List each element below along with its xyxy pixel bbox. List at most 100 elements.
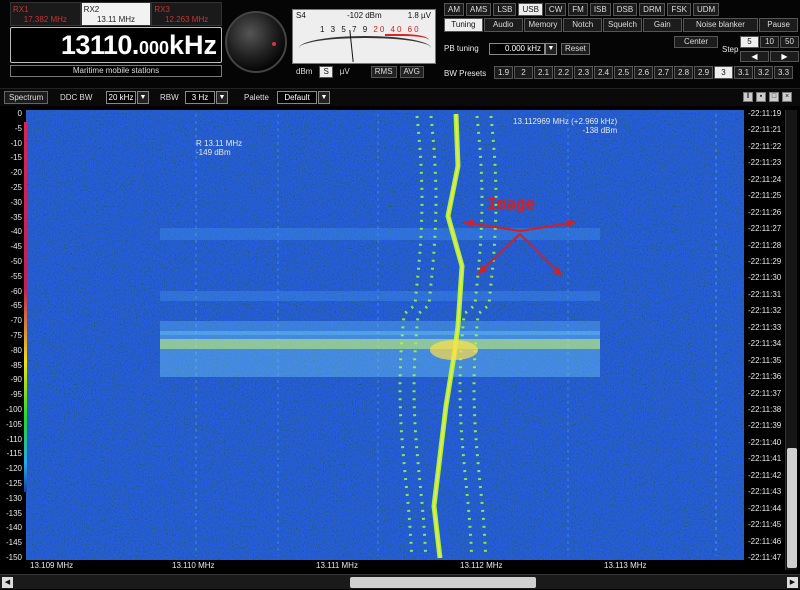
tab-notch[interactable]: Notch (563, 18, 603, 32)
waterfall-canvas[interactable] (0, 106, 800, 590)
db-tick-label: -50 (10, 257, 22, 266)
bw-preset-button[interactable]: 2.8 (674, 66, 693, 79)
frequency-display[interactable]: 13110.000kHz (10, 27, 222, 63)
mode-cw-button[interactable]: CW (544, 3, 567, 16)
avg-button[interactable]: AVG (399, 66, 424, 78)
vertical-scrollbar-thumb[interactable] (787, 448, 797, 568)
pb-tuning-dropdown-icon[interactable]: ▼ (545, 43, 557, 55)
unit-dbm-button[interactable]: dBm (292, 66, 316, 78)
mode-isb-button[interactable]: ISB (589, 3, 611, 16)
close-icon[interactable]: × (782, 92, 792, 102)
db-tick-label: -20 (10, 168, 22, 178)
bw-preset-button[interactable]: 2.5 (614, 66, 633, 79)
step-10-button[interactable]: 10 (760, 36, 779, 48)
mode-fm-button[interactable]: FM (568, 3, 588, 16)
s-meter-dbm: -102 dBm (347, 11, 382, 20)
db-tick-label: -15 (10, 153, 22, 163)
bw-preset-button[interactable]: 3.3 (774, 66, 793, 79)
db-tick-label: -30 (10, 197, 22, 207)
bw-preset-button[interactable]: 1.9 (494, 66, 513, 79)
bw-preset-button[interactable]: 3.2 (754, 66, 773, 79)
bw-preset-button[interactable]: 2 (514, 66, 533, 79)
mode-ams-button[interactable]: AMS (466, 3, 492, 16)
step-right-icon[interactable]: ▶ (770, 51, 799, 62)
mode-udm-button[interactable]: UDM (692, 3, 720, 16)
marker-r-freq: R 13.11 MHz (196, 139, 243, 148)
db-tick-label: -140 (5, 523, 22, 533)
receiver-tab-rx2[interactable]: RX2 13.11 MHz (80, 2, 152, 26)
bw-preset-button-selected[interactable]: 3 (714, 66, 733, 79)
pb-tuning-label: PB tuning (444, 44, 479, 53)
db-tick-label: -85 (10, 360, 22, 370)
tab-gain[interactable]: Gain (642, 18, 682, 32)
db-tick-label: -55 (10, 271, 22, 281)
ddc-bw-label: DDC BW (60, 93, 93, 102)
mode-fsk-button[interactable]: FSK (667, 3, 691, 16)
time-tick-label: -22:11:36 (748, 372, 782, 382)
tab-tuning[interactable]: Tuning (444, 18, 483, 32)
save-icon[interactable]: ▪ (756, 92, 766, 102)
db-tick-label: -5 (14, 123, 22, 133)
scroll-right-icon[interactable]: ▶ (787, 577, 798, 588)
tab-audio[interactable]: Audio (483, 18, 523, 32)
mode-usb-button[interactable]: USB (518, 3, 543, 16)
db-tick-label: -65 (10, 301, 22, 311)
bw-preset-button[interactable]: 2.2 (554, 66, 573, 79)
time-tick-label: -22:11:42 (748, 470, 782, 480)
cursor-freq: 13.112969 MHz (+2.969 kHz) (513, 117, 618, 126)
bw-preset-button[interactable]: 2.7 (654, 66, 673, 79)
rms-button[interactable]: RMS (370, 66, 397, 78)
spectrum-button[interactable]: Spectrum (4, 91, 49, 104)
mode-lsb-button[interactable]: LSB (493, 3, 517, 16)
bw-preset-button[interactable]: 2.1 (534, 66, 553, 79)
bw-preset-button[interactable]: 2.9 (694, 66, 713, 79)
step-left-icon[interactable]: ◀ (740, 51, 769, 62)
bw-preset-button[interactable]: 2.4 (594, 66, 613, 79)
db-color-scale (24, 122, 27, 492)
scroll-left-icon[interactable]: ◀ (2, 577, 13, 588)
tab-noise-blanker[interactable]: Noise blanker (682, 18, 759, 32)
top-control-panel: RX1 17.382 MHz RX2 13.11 MHz RX3 12.263 … (0, 0, 800, 88)
time-tick-label: -22:11:29 (748, 257, 782, 266)
ddc-bw-select[interactable]: 20 kHz (106, 91, 136, 104)
tab-squelch[interactable]: Squelch (603, 18, 642, 32)
bw-preset-button[interactable]: 3.1 (734, 66, 753, 79)
tuning-knob[interactable] (225, 11, 287, 73)
frequency-sub: 000 (138, 38, 169, 58)
step-options: 5 10 50 (740, 36, 799, 48)
vertical-scrollbar[interactable] (785, 110, 797, 570)
tab-pause[interactable]: Pause (759, 18, 799, 32)
rbw-select[interactable]: 3 Hz (185, 91, 215, 104)
unit-uv-button[interactable]: µV (336, 66, 354, 78)
interference-band (160, 321, 600, 335)
pb-reset-button[interactable]: Reset (561, 43, 590, 55)
mode-dsb-button[interactable]: DSB (612, 3, 638, 16)
receiver-freq: 12.263 MHz (165, 15, 209, 24)
palette-select[interactable]: Default (277, 91, 317, 104)
pause-icon[interactable]: ‖ (743, 92, 753, 102)
tab-memory[interactable]: Memory (523, 18, 563, 32)
step-5-button[interactable]: 5 (740, 36, 759, 48)
time-tick-label: -22:11:23 (748, 158, 782, 168)
window-icon[interactable]: □ (769, 92, 779, 102)
frequency-main: 13110. (60, 30, 140, 60)
receiver-name: RX2 (83, 5, 100, 14)
receiver-tab-rx1[interactable]: RX1 17.382 MHz (10, 2, 81, 26)
pb-tuning-input[interactable]: 0.000 kHz (489, 43, 545, 55)
ddc-bw-dropdown-icon[interactable]: ▼ (137, 91, 149, 104)
time-tick-label: -22:11:41 (748, 454, 782, 464)
center-button[interactable]: Center (674, 36, 718, 48)
bw-preset-button[interactable]: 2.6 (634, 66, 653, 79)
palette-dropdown-icon[interactable]: ▼ (318, 91, 330, 104)
receiver-tab-rx3[interactable]: RX3 12.263 MHz (151, 2, 223, 26)
mode-drm-button[interactable]: DRM (639, 3, 666, 16)
receiver-name: RX1 (13, 5, 29, 14)
unit-s-button[interactable]: S (319, 66, 333, 78)
horizontal-scrollbar-thumb[interactable] (350, 577, 536, 588)
rbw-dropdown-icon[interactable]: ▼ (216, 91, 228, 104)
bw-preset-button[interactable]: 2.3 (574, 66, 593, 79)
step-50-button[interactable]: 50 (780, 36, 799, 48)
horizontal-scrollbar[interactable]: ◀ ▶ (0, 574, 800, 589)
mode-am-button[interactable]: AM (444, 3, 464, 16)
s-meter-uv: 1.8 µV (407, 11, 431, 20)
